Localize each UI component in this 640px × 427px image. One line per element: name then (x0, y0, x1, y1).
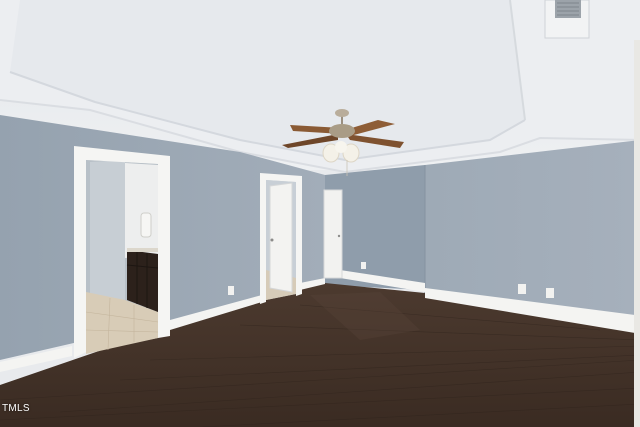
far-hall-door (323, 189, 343, 279)
air-vent-icon (544, 0, 590, 39)
right-edge-trim (634, 40, 640, 427)
hall-doorway (260, 173, 302, 304)
bathroom-doorway (74, 146, 170, 358)
vacant-bedroom-photo (0, 0, 640, 427)
listing-watermark: TMLS (2, 403, 30, 414)
open-interior-door (269, 182, 293, 293)
bathroom-mirror (140, 212, 152, 238)
